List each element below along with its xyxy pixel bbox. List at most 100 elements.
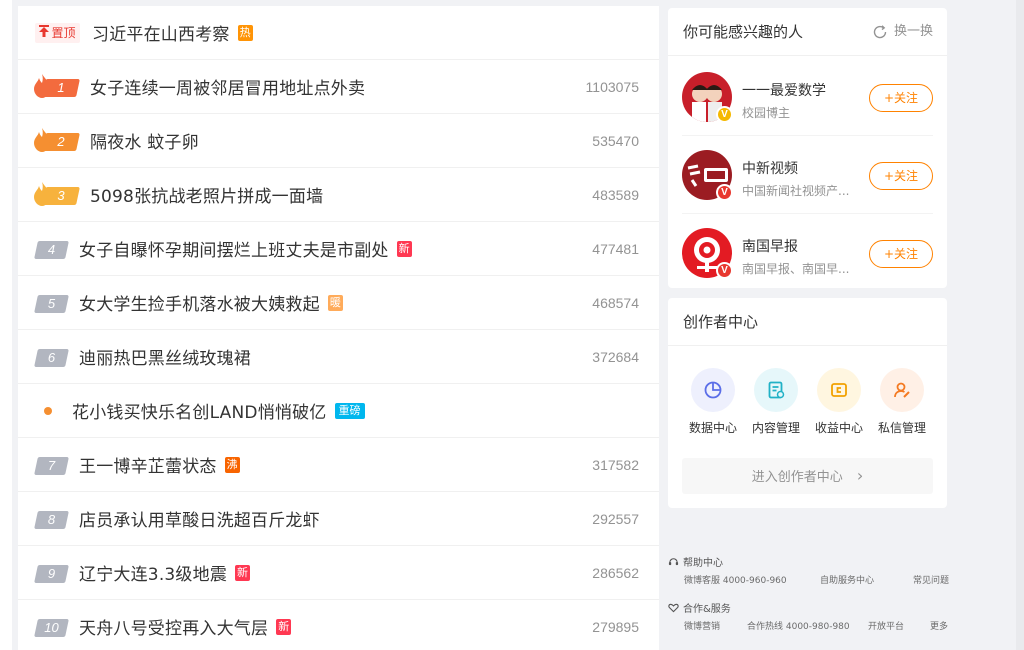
hot-item-title[interactable]: 习近平在山西考察 [92,20,230,45]
help-center-heading: 帮助中心 [668,554,723,569]
recommend-header: 你可能感兴趣的人 换一换 [668,8,947,56]
creator-header: 创作者中心 [668,298,947,346]
creator-tools: 数据中心 内容管理 收益中心 私信管理 [678,368,938,438]
creator-center-card: 创作者中心 数据中心 内容管理 收益中心 私信管理 进入创作者中心 › [668,298,947,508]
handshake-icon [668,603,679,613]
rank-marker: 9 [34,562,69,584]
user-name[interactable]: 中新视频 [742,158,798,178]
hot-item-8[interactable]: 8 店员承认用草酸日洗超百斤龙虾 292557 [18,492,659,546]
footer-link[interactable]: 开放平台 [868,619,904,632]
rank-marker: 7 [34,454,69,476]
hot-item-2[interactable]: 2 隔夜水 蚊子卵 535470 [18,114,659,168]
refresh-button[interactable]: 换一换 [872,8,933,56]
hot-item-1[interactable]: 1 女子连续一周被邻居冒用地址点外卖 1103075 [18,60,659,114]
hot-item-title[interactable]: 店员承认用草酸日洗超百斤龙虾 [79,506,320,531]
left-sidebar-edge [0,0,12,650]
hot-item-9[interactable]: 9 辽宁大连3.3级地震 新 286562 [18,546,659,600]
footer-link[interactable]: 自助服务中心 [820,573,874,586]
tool-data-center[interactable]: 数据中心 [683,368,743,436]
recommend-users-card: 你可能感兴趣的人 换一换 V 一一最爱数学 校园博主 +关注 V 中新视频 中国… [668,8,947,288]
page-scroll-gutter [1016,0,1024,650]
chevron-right-icon: › [856,466,864,485]
follow-button[interactable]: +关注 [869,162,933,190]
hot-item-10[interactable]: 10 天舟八号受控再入大气层 新 279895 [18,600,659,650]
footer-link[interactable]: 常见问题 [913,573,949,586]
hot-item-count: 535470 [592,133,639,149]
footer-link[interactable]: 合作热线 4000-980-980 [747,619,850,632]
recommend-user[interactable]: V 南国早报 南国早报、南国早... +关注 [682,214,933,292]
hot-item-title[interactable]: 辽宁大连3.3级地震 [79,560,227,585]
hot-item-title[interactable]: 女子连续一周被邻居冒用地址点外卖 [90,74,365,99]
hot-item-count: 483589 [592,187,639,203]
recommend-user[interactable]: V 中新视频 中国新闻社视频产... +关注 [682,136,933,214]
enter-creator-center-button[interactable]: 进入创作者中心 › [682,458,933,494]
tool-circle[interactable] [691,368,735,412]
hot-item-7[interactable]: 7 王一博辛芷蕾状态 沸 317582 [18,438,659,492]
hot-item-title[interactable]: 女子自曝怀孕期间摆烂上班丈夫是市副处 [79,236,389,261]
hot-item-5[interactable]: 5 女大学生捡手机落水被大姨救起 暖 468574 [18,276,659,330]
rank-marker: 3 [34,181,80,206]
verified-v-icon: V [716,106,733,123]
hot-item-title[interactable]: 5098张抗战老照片拼成一面墙 [90,182,323,207]
hot-item-promoted[interactable]: 花小钱买快乐名创LAND悄悄破亿 重磅 [18,384,659,438]
boil-badge: 沸 [224,456,240,473]
follow-button[interactable]: +关注 [869,240,933,268]
hot-item-6[interactable]: 6 迪丽热巴黑丝绒玫瑰裙 372684 [18,330,659,384]
headset-icon [668,558,679,566]
hot-item-title[interactable]: 女大学生捡手机落水被大姨救起 [79,290,320,315]
promoted-dot [44,406,52,415]
new-badge: 新 [235,564,251,581]
hot-item-count: 286562 [592,565,639,581]
verified-v-icon: V [716,184,733,201]
tool-circle[interactable] [817,368,861,412]
hot-search-list: 置顶 习近平在山西考察 热 1 女子连续一周被邻居冒用地址点外卖 1103075… [18,6,659,650]
user-name[interactable]: 一一最爱数学 [742,80,826,100]
cooperation-heading: 合作&服务 [668,600,731,615]
new-badge: 新 [276,618,292,635]
hot-item-4[interactable]: 4 女子自曝怀孕期间摆烂上班丈夫是市副处 新 477481 [18,222,659,276]
user-desc: 南国早报、南国早... [742,262,850,276]
follow-button[interactable]: +关注 [869,84,933,112]
hot-item-3[interactable]: 3 5098张抗战老照片拼成一面墙 483589 [18,168,659,222]
hot-item-title[interactable]: 迪丽热巴黑丝绒玫瑰裙 [79,344,251,369]
rank-marker: 4 [34,238,69,260]
person-edit-icon [894,382,910,398]
document-icon [768,381,785,399]
tool-circle[interactable] [754,368,798,412]
user-desc: 校园博主 [742,106,791,120]
new-badge: 新 [396,240,412,257]
verified-v-icon: V [716,262,733,279]
footer-link[interactable]: 更多 [930,619,948,632]
hot-item-pinned[interactable]: 置顶 习近平在山西考察 热 [18,6,659,60]
tool-content-manage[interactable]: 内容管理 [746,368,806,436]
hot-item-title[interactable]: 隔夜水 蚊子卵 [90,128,199,153]
pinned-tag: 置顶 [35,22,80,43]
tool-circle[interactable] [880,368,924,412]
hot-item-title[interactable]: 天舟八号受控再入大气层 [79,614,268,639]
recommend-user[interactable]: V 一一最爱数学 校园博主 +关注 [682,58,933,136]
hot-item-count: 1103075 [585,79,639,95]
hot-item-count: 477481 [592,241,639,257]
pin-arrow-icon [39,25,50,40]
major-badge: 重磅 [334,402,365,419]
hot-item-count: 468574 [592,295,639,311]
rank-marker: 6 [34,346,69,368]
recommend-title: 你可能感兴趣的人 [683,23,804,41]
footer-link[interactable]: 微博营销 [684,619,720,632]
user-desc: 中国新闻社视频产... [742,184,850,198]
hot-item-title[interactable]: 花小钱买快乐名创LAND悄悄破亿 [72,398,327,423]
tool-message-manage[interactable]: 私信管理 [872,368,932,436]
user-name[interactable]: 南国早报 [742,236,798,256]
footer-link[interactable]: 微博客服 4000-960-960 [684,573,787,586]
pie-chart-icon [704,381,722,399]
hot-item-count: 279895 [592,619,639,635]
rank-marker: 2 [34,127,80,152]
rank-marker: 8 [34,508,69,530]
rank-marker: 1 [34,73,80,98]
wallet-icon [831,383,847,397]
tool-revenue-center[interactable]: 收益中心 [809,368,869,436]
hot-item-title[interactable]: 王一博辛芷蕾状态 [79,452,217,477]
hot-item-count: 317582 [592,457,639,473]
rank-marker: 10 [34,616,69,638]
refresh-icon [873,25,887,39]
